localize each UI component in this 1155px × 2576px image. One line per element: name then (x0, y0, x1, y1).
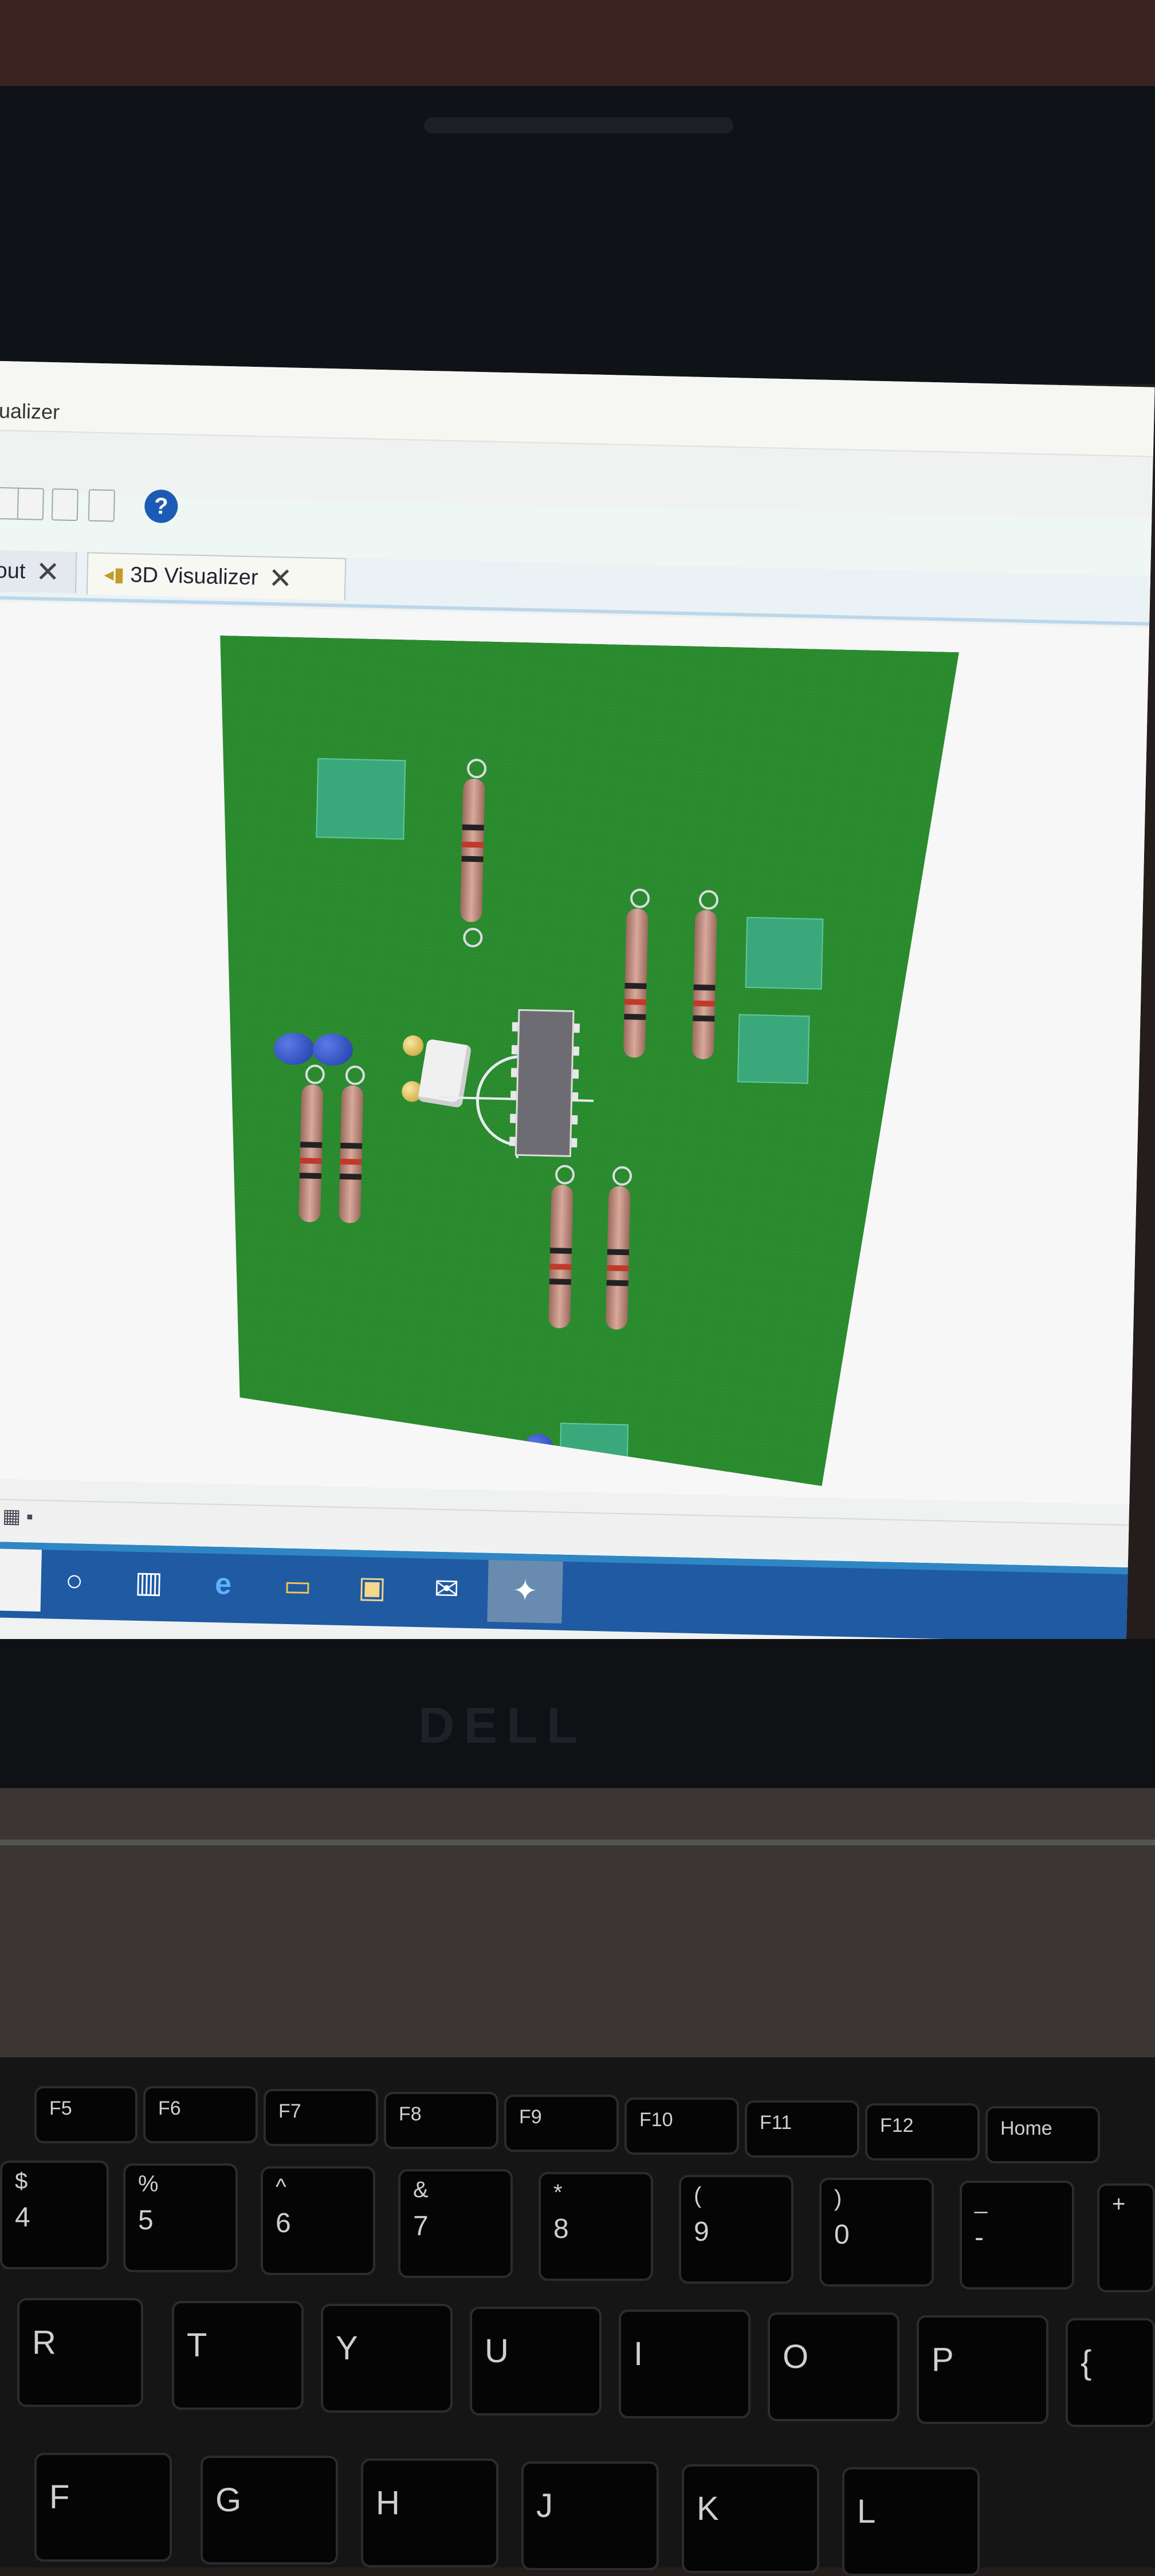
connector-pad (745, 917, 824, 990)
ruler-icon[interactable] (51, 488, 78, 522)
capacitor (273, 1032, 314, 1065)
resistor-lead-ring (612, 1166, 632, 1186)
key-f6[interactable]: F6 (143, 2086, 258, 2143)
tab-3d-visualizer[interactable]: ◂▮ 3D Visualizer ✕ (86, 552, 347, 601)
key-t[interactable]: T (172, 2301, 304, 2410)
key-8[interactable]: * 8 (539, 2172, 653, 2281)
cortana-icon[interactable]: ○ (49, 1561, 100, 1602)
key-h[interactable]: H (361, 2459, 498, 2567)
resistor (623, 908, 649, 1058)
key-k[interactable]: K (682, 2464, 819, 2573)
ic-chip (515, 1009, 575, 1157)
key-p[interactable]: P (917, 2315, 1048, 2424)
taskbar-search-box[interactable] (0, 1548, 42, 1612)
tab-label: out (0, 558, 26, 583)
store-icon[interactable]: ▣ (347, 1567, 398, 1608)
connector-pad (316, 758, 406, 840)
key-6[interactable]: ^ 6 (261, 2166, 375, 2275)
tab-layout[interactable]: out ✕ (0, 550, 77, 594)
resistor (606, 1186, 631, 1330)
connector-pad (737, 1014, 810, 1084)
key-f10[interactable]: F10 (624, 2097, 739, 2155)
led (403, 1035, 424, 1056)
resistor-lead-ring (305, 1064, 325, 1084)
key-7[interactable]: & 7 (398, 2169, 513, 2278)
resistor-lead-ring (463, 928, 483, 948)
key-l[interactable]: L (842, 2467, 980, 2576)
document-icon[interactable] (17, 487, 44, 520)
resistor (460, 779, 485, 923)
resistor (548, 1185, 573, 1328)
key-f9[interactable]: F9 (504, 2095, 619, 2152)
brand-logo: DELL (418, 1697, 587, 1754)
key-y[interactable]: Y (321, 2304, 453, 2413)
key-f11[interactable]: F11 (745, 2100, 859, 2158)
close-icon[interactable]: ✕ (36, 555, 60, 589)
key-4[interactable]: $4 (0, 2161, 109, 2269)
key-f[interactable]: F (34, 2453, 172, 2562)
resistor-lead-ring (345, 1065, 366, 1085)
key-left-brace[interactable]: { (1066, 2318, 1155, 2427)
clipboard-icon[interactable] (88, 489, 115, 522)
key-i[interactable]: I (619, 2310, 751, 2418)
mail-icon[interactable]: ✉ (422, 1569, 472, 1610)
capacitor (312, 1033, 353, 1067)
proteus-icon: ✦ (512, 1574, 538, 1608)
tab-label: 3D Visualizer (129, 562, 258, 590)
key-9[interactable]: (9 (679, 2175, 793, 2284)
close-icon[interactable]: ✕ (268, 562, 293, 595)
resistor-lead-ring (555, 1165, 575, 1185)
resistor-lead-ring (630, 888, 650, 908)
laptop-screen: ualizer ? out ✕ ◂▮ 3D Visualizer ✕ ▦ ▪ ○… (0, 361, 1155, 1677)
file-explorer-icon[interactable]: ▭ (273, 1565, 323, 1606)
key-f12[interactable]: F12 (865, 2103, 980, 2161)
task-view-icon[interactable]: ▥ (124, 1562, 174, 1603)
key-f5[interactable]: F5 (34, 2086, 138, 2143)
key-j[interactable]: J (521, 2461, 659, 2570)
key-f7[interactable]: F7 (264, 2089, 378, 2146)
key-u[interactable]: U (470, 2307, 602, 2416)
key-o[interactable]: O (768, 2312, 899, 2421)
key-minus[interactable]: _ - (960, 2181, 1074, 2289)
resistor (692, 910, 717, 1060)
key-5[interactable]: % 5 (123, 2163, 238, 2272)
status-icons[interactable]: ▦ ▪ (2, 1505, 34, 1528)
resistor-lead-ring (699, 890, 719, 910)
visualizer-tab-icon: ◂▮ (104, 563, 125, 586)
key-r[interactable]: R (17, 2298, 143, 2407)
resistor-lead-ring (467, 759, 487, 779)
proteus-taskbar-button[interactable]: ✦ (487, 1559, 563, 1624)
resistor (339, 1085, 363, 1224)
key-0[interactable]: ) 0 (819, 2178, 934, 2287)
key-f8[interactable]: F8 (384, 2092, 498, 2149)
keyboard: F5 F6 F7 F8 F9 F10 F11 F12 Home $4 % 5 ^ 6… (0, 2057, 1155, 2576)
resistor (298, 1084, 323, 1222)
key-plus[interactable]: + (1097, 2183, 1155, 2292)
laptop-hinge-area (0, 1788, 1155, 2057)
window-title: ualizer (0, 398, 60, 424)
edge-icon[interactable]: e (198, 1563, 249, 1605)
hinge-line (0, 1840, 1155, 1845)
key-home[interactable]: Home (985, 2106, 1100, 2163)
key-g[interactable]: G (201, 2456, 338, 2565)
webcam-strip (424, 117, 733, 134)
